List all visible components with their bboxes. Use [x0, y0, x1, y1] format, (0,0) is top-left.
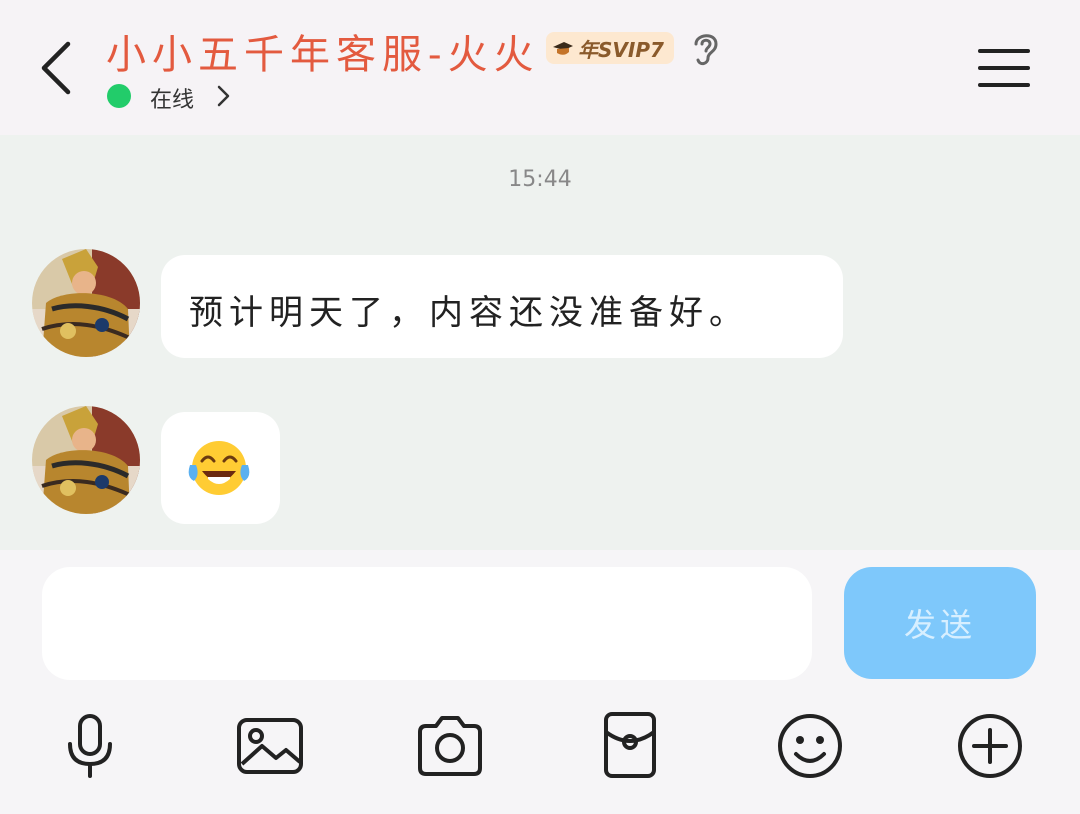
vip-label: 年SVIP7: [578, 37, 664, 62]
svip-badge[interactable]: 年SVIP7: [546, 32, 674, 64]
online-status-label[interactable]: 在线: [150, 82, 194, 114]
online-status-dot: [107, 84, 131, 108]
laughing-tears-emoji-icon: [188, 441, 250, 495]
menu-icon[interactable]: [978, 48, 1030, 88]
message-input[interactable]: [42, 567, 812, 680]
composer: 发送: [0, 550, 1080, 814]
message-bubble[interactable]: 😂: [161, 412, 280, 524]
back-arrow-icon[interactable]: [36, 38, 80, 98]
message-text: 预计明天了，内容还没准备好。: [189, 293, 749, 333]
message-bubble[interactable]: 预计明天了，内容还没准备好。: [161, 255, 843, 358]
ear-icon[interactable]: [688, 28, 724, 68]
contact-name[interactable]: 小小五千年客服-火火: [106, 22, 540, 80]
camera-icon[interactable]: [414, 710, 486, 782]
send-button[interactable]: 发送: [844, 567, 1036, 679]
chevron-right-icon[interactable]: [216, 84, 232, 108]
plus-icon[interactable]: [954, 710, 1026, 782]
red-packet-icon[interactable]: [594, 710, 666, 782]
emoji-icon[interactable]: [774, 710, 846, 782]
message-list[interactable]: 15:44 预计明天了，内容还没准备好。: [0, 135, 1080, 550]
microphone-icon[interactable]: [54, 710, 126, 782]
chat-header: 小小五千年客服-火火 年SVIP7 在线: [0, 0, 1080, 135]
sender-avatar[interactable]: [32, 406, 140, 514]
image-icon[interactable]: [234, 710, 306, 782]
vip-cap-icon: [553, 42, 573, 55]
sender-avatar[interactable]: [32, 249, 140, 357]
message-timestamp: 15:44: [508, 167, 572, 192]
